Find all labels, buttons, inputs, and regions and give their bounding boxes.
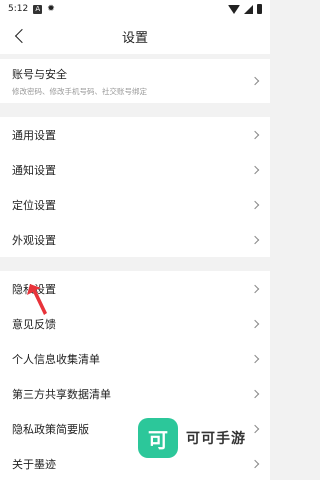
- gear-icon: ✹: [47, 4, 55, 14]
- chevron-right-icon: [250, 200, 260, 209]
- chevron-right-icon: [250, 165, 260, 174]
- list-item-label: 个人信息收集清单: [12, 352, 100, 366]
- list-item-label: 关于墨迹: [12, 457, 56, 471]
- status-right: [228, 4, 262, 14]
- account-group: 账号与安全 修改密码、修改手机号码、社交账号绑定: [0, 59, 270, 103]
- list-item-label: 通用设置: [12, 128, 56, 142]
- chevron-right-icon: [250, 424, 260, 433]
- chevron-left-icon: [14, 28, 30, 44]
- status-left: 5:12 A ✹: [8, 4, 55, 14]
- settings-screen: 5:12 A ✹ 设置 账号与安全 修改密码、修改手机号码、社交账号绑定 通用设…: [0, 0, 270, 480]
- list-item-general[interactable]: 通用设置: [0, 117, 270, 152]
- page-title: 设置: [121, 30, 148, 46]
- watermark-logo-char: 可: [148, 427, 168, 452]
- chevron-right-icon: [250, 235, 260, 244]
- list-item-label: 定位设置: [12, 198, 56, 212]
- chevron-right-icon: [250, 389, 260, 398]
- a-box-icon: A: [33, 4, 43, 14]
- chevron-right-icon: [250, 354, 260, 363]
- list-item-personal-info[interactable]: 个人信息收集清单: [0, 341, 270, 376]
- chevron-right-icon: [250, 76, 260, 86]
- list-item-label: 意见反馈: [12, 317, 56, 331]
- watermark-text: 可可手游: [186, 431, 246, 447]
- status-bar: 5:12 A ✹: [0, 0, 270, 18]
- list-item-appearance[interactable]: 外观设置: [0, 222, 270, 257]
- watermark: 可 可可手游: [138, 416, 246, 460]
- annotation-arrow-icon: [27, 284, 47, 315]
- status-time: 5:12: [8, 4, 29, 14]
- chevron-right-icon: [250, 284, 260, 293]
- wifi-icon: [228, 4, 240, 14]
- back-button[interactable]: [8, 24, 32, 48]
- list-item-notification[interactable]: 通知设置: [0, 152, 270, 187]
- watermark-logo: 可: [138, 418, 178, 458]
- chevron-right-icon: [250, 319, 260, 328]
- account-security-label: 账号与安全: [12, 67, 67, 81]
- account-security-subtitle: 修改密码、修改手机号码、社交账号绑定: [12, 86, 147, 96]
- list-item-label: 通知设置: [12, 163, 56, 177]
- list-item-location[interactable]: 定位设置: [0, 187, 270, 222]
- general-settings-group: 通用设置 通知设置 定位设置 外观设置: [0, 117, 270, 257]
- list-item-label: 隐私政策简要版: [12, 422, 89, 436]
- divider: [0, 103, 270, 117]
- battery-icon: [257, 4, 262, 14]
- list-item-label: 外观设置: [12, 233, 56, 247]
- chevron-right-icon: [250, 459, 260, 468]
- divider: [0, 257, 270, 271]
- list-item-label: 第三方共享数据清单: [12, 387, 111, 401]
- account-security-item[interactable]: 账号与安全 修改密码、修改手机号码、社交账号绑定: [0, 59, 270, 103]
- signal-icon: [244, 4, 253, 14]
- chevron-right-icon: [250, 130, 260, 139]
- nav-bar: 设置: [0, 18, 270, 54]
- list-item-third-party[interactable]: 第三方共享数据清单: [0, 376, 270, 411]
